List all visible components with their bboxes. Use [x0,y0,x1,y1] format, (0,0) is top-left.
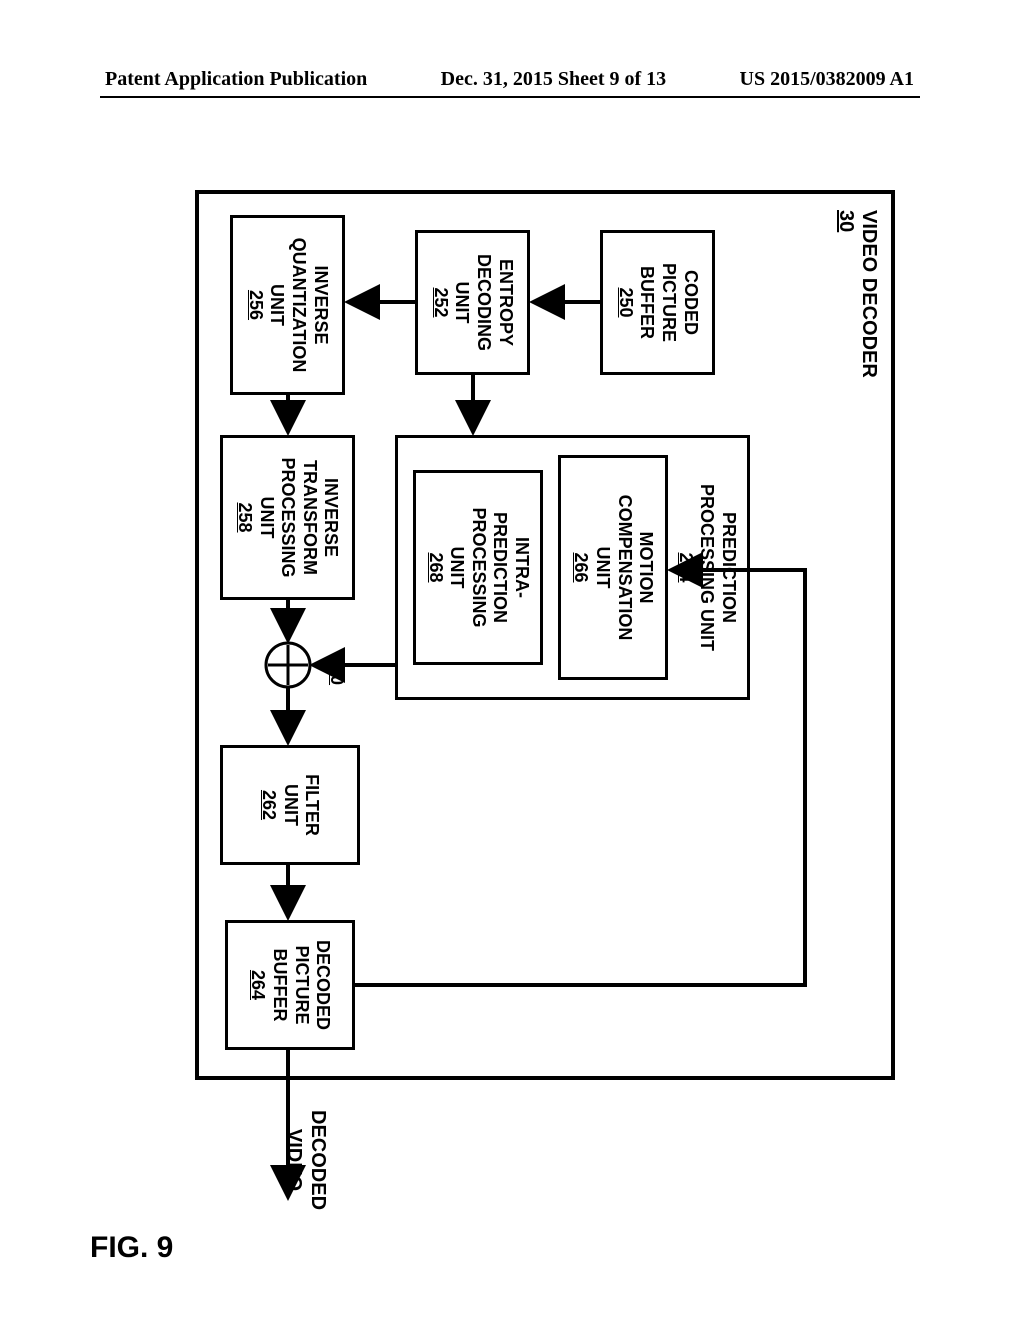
dpb-ref: 264 [247,970,269,1000]
ppu-ref: 254 [674,552,696,582]
mc-l1: MOTION [635,532,657,604]
cpb-l2: PICTURE [658,263,680,342]
itp-l4: UNIT [255,497,277,539]
iq-ref: 256 [244,290,266,320]
rotated-canvas: VIDEO DECODER 30 CODED PICTURE BUFFER 25… [125,180,905,1230]
video-decoder-title: VIDEO DECODER 30 [834,210,880,410]
intra-l4: UNIT [446,547,468,589]
header-left: Patent Application Publication [105,68,367,91]
page-header: Patent Application Publication Dec. 31, … [0,68,1024,91]
mc-ref: 266 [570,552,592,582]
figure-caption: FIG. 9 [90,1231,173,1265]
ppu-l1: PREDICTION [717,512,739,623]
ent-l3: UNIT [451,282,473,324]
intra-l3: PROCESSING [467,507,489,627]
motion-compensation-unit-block: MOTION COMPENSATION UNIT 266 [558,455,668,680]
iq-l2: QUANTIZATION [288,238,310,373]
cpb-ref: 250 [614,287,636,317]
mc-l2: COMPENSATION [613,495,635,641]
video-decoder-title-text: VIDEO DECODER [858,210,880,378]
itp-ref: 258 [234,502,256,532]
decoded-video-output-label: DECODED VIDEO [282,1110,330,1210]
intra-l1: INTRA- [510,537,532,598]
video-decoder-ref: 30 [835,210,857,232]
dpb-l2: PICTURE [290,945,312,1024]
inverse-quantization-unit-block: INVERSE QUANTIZATION UNIT 256 [230,215,345,395]
page: Patent Application Publication Dec. 31, … [0,0,1024,1320]
intra-ref: 268 [424,552,446,582]
out-l1: DECODED [307,1110,329,1210]
ppu-l2: PROCESSING UNIT [696,484,718,651]
dpb-l3: BUFFER [268,949,290,1022]
entropy-decoding-unit-block: ENTROPY DECODING UNIT 252 [415,230,530,375]
intra-prediction-processing-unit-block: INTRA- PREDICTION PROCESSING UNIT 268 [413,470,543,665]
decoded-picture-buffer-block: DECODED PICTURE BUFFER 264 [225,920,355,1050]
diagram-canvas: VIDEO DECODER 30 CODED PICTURE BUFFER 25… [125,180,905,1230]
ent-l1: ENTROPY [494,259,516,346]
coded-picture-buffer-block: CODED PICTURE BUFFER 250 [600,230,715,375]
iq-l1: INVERSE [309,265,331,344]
inverse-transform-processing-unit-block: INVERSE TRANSFORM PROCESSING UNIT 258 [220,435,355,600]
header-rule [100,96,920,98]
ent-ref: 252 [429,287,451,317]
itp-l3: PROCESSING [277,457,299,577]
cpb-l1: CODED [679,270,701,335]
header-mid: Dec. 31, 2015 Sheet 9 of 13 [441,68,667,91]
ent-l2: DECODING [473,254,495,351]
dpb-l1: DECODED [312,940,334,1030]
filter-l2: UNIT [279,784,301,826]
out-l2: VIDEO [283,1129,305,1191]
filter-l1: FILTER [301,774,323,836]
filter-ref: 262 [258,790,280,820]
summer-ref-label: 260 [326,655,347,685]
filter-unit-block: FILTER UNIT 262 [220,745,360,865]
mc-l3: UNIT [591,547,613,589]
intra-l2: PREDICTION [489,512,511,623]
cpb-l3: BUFFER [636,266,658,339]
itp-l2: TRANSFORM [298,460,320,575]
summer-ref: 260 [327,655,347,685]
itp-l1: INVERSE [320,478,342,557]
diagram-area: VIDEO DECODER 30 CODED PICTURE BUFFER 25… [90,130,940,1280]
iq-l3: UNIT [266,284,288,326]
header-right: US 2015/0382009 A1 [740,68,914,91]
